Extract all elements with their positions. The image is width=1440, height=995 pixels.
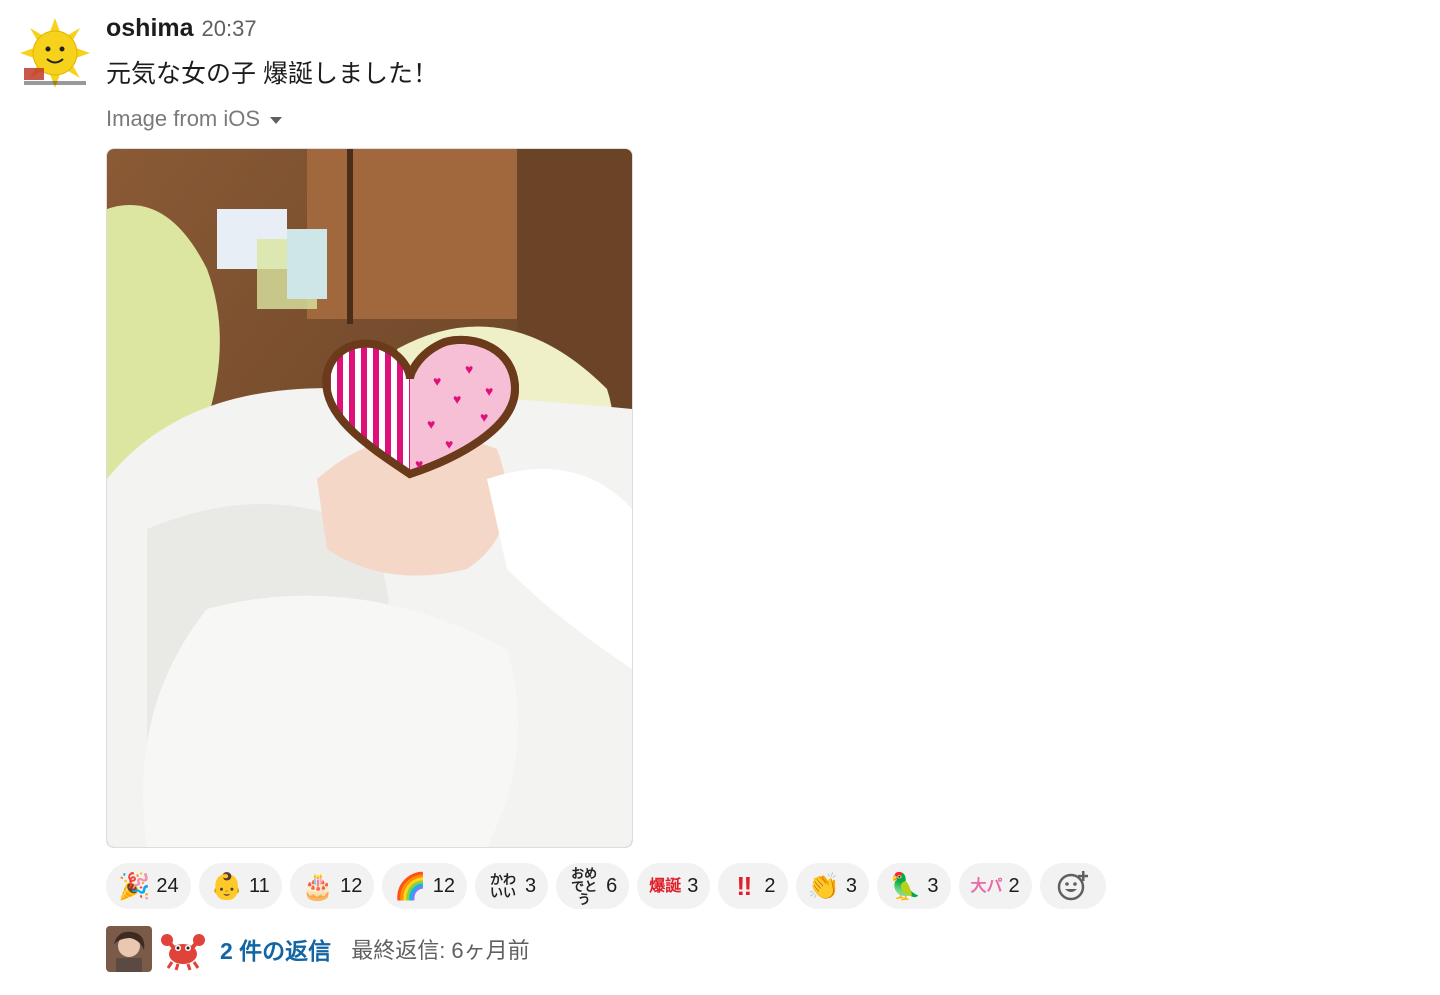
file-label[interactable]: Image from iOS bbox=[106, 104, 1406, 134]
baby-icon: 👶 bbox=[210, 871, 243, 901]
reaction-count: 11 bbox=[249, 874, 270, 897]
crab-avatar[interactable] bbox=[160, 926, 206, 972]
svg-text:♥: ♥ bbox=[445, 436, 453, 452]
reaction-bakutan[interactable]: 爆誕 3 bbox=[637, 863, 711, 909]
reaction-double-exclamation[interactable]: ‼ 2 bbox=[718, 863, 788, 909]
chevron-down-icon[interactable] bbox=[270, 116, 283, 124]
clapping-hands-icon: 👏 bbox=[807, 871, 840, 901]
reaction-omedetou[interactable]: おめでとう 6 bbox=[556, 863, 630, 909]
reaction-count: 3 bbox=[927, 874, 939, 897]
message: oshima 20:37 元気な女の子 爆誕しました！ Image from i… bbox=[106, 14, 1406, 848]
reaction-count: 3 bbox=[525, 874, 537, 897]
reaction-baby[interactable]: 👶 11 bbox=[198, 863, 282, 909]
double-exclamation-icon: ‼ bbox=[736, 871, 753, 901]
reactions-bar: 🎉 24 👶 11 🎂 12 🌈 12 かわいい 3 おめでとう 6 爆誕 3 … bbox=[106, 863, 1106, 909]
svg-text:♥: ♥ bbox=[427, 416, 435, 432]
user-avatar[interactable] bbox=[20, 18, 90, 88]
message-header: oshima 20:37 bbox=[106, 14, 1406, 50]
reaction-count: 2 bbox=[764, 874, 776, 897]
reaction-party-popper[interactable]: 🎉 24 bbox=[106, 863, 191, 909]
reply-count-link[interactable]: 2 件の返信 bbox=[220, 932, 331, 966]
green-parrot-icon: 🦜 bbox=[889, 871, 922, 901]
timestamp[interactable]: 20:37 bbox=[202, 16, 257, 42]
author-name[interactable]: oshima bbox=[106, 14, 194, 43]
message-text: 元気な女の子 爆誕しました！ bbox=[106, 60, 438, 88]
rainbow-person-icon: 🌈 bbox=[394, 871, 427, 901]
reaction-count: 24 bbox=[156, 874, 179, 897]
reaction-count: 6 bbox=[606, 874, 618, 897]
party-popper-icon: 🎉 bbox=[118, 871, 151, 901]
kawaii-text-icon: かわいい bbox=[490, 872, 517, 900]
svg-text:♥: ♥ bbox=[480, 409, 488, 425]
reaction-kawaii[interactable]: かわいい 3 bbox=[475, 863, 549, 909]
reply-avatar[interactable] bbox=[106, 926, 152, 972]
reaction-count: 3 bbox=[845, 874, 858, 897]
daikansha-text-icon: 大パ bbox=[970, 877, 1003, 895]
reaction-birthday-cake[interactable]: 🎂 12 bbox=[289, 863, 375, 909]
svg-text:♥: ♥ bbox=[465, 361, 473, 377]
svg-text:♥: ♥ bbox=[415, 456, 423, 472]
reaction-count: 3 bbox=[687, 874, 699, 897]
crab-icon bbox=[161, 934, 205, 971]
reaction-count: 12 bbox=[340, 874, 363, 897]
reaction-count: 2 bbox=[1008, 874, 1020, 897]
bakutan-text-icon: 爆誕 bbox=[649, 877, 682, 895]
file-name: Image from iOS bbox=[106, 106, 261, 131]
reaction-count: 12 bbox=[432, 874, 456, 897]
reaction-daikansha[interactable]: 大パ 2 bbox=[958, 863, 1032, 909]
thread-summary[interactable]: 2 件の返信 最終返信: 6ヶ月前 bbox=[106, 925, 530, 973]
svg-text:♥: ♥ bbox=[433, 373, 441, 389]
reaction-rainbow[interactable]: 🌈 12 bbox=[382, 863, 468, 909]
add-emoji-icon bbox=[1057, 871, 1088, 901]
svg-text:♥: ♥ bbox=[453, 391, 461, 407]
svg-text:♥: ♥ bbox=[485, 383, 493, 399]
attached-photo[interactable]: ♥ ♥ ♥ ♥ ♥ ♥ ♥ ♥ bbox=[106, 148, 633, 848]
omedetou-text-icon: おめでとう bbox=[571, 865, 598, 907]
reaction-clapping[interactable]: 👏 3 bbox=[795, 863, 870, 909]
reaction-green-parrot[interactable]: 🦜 3 bbox=[877, 863, 951, 909]
add-reaction-button[interactable] bbox=[1039, 863, 1106, 909]
birthday-cake-icon: 🎂 bbox=[301, 871, 335, 901]
last-reply-time: 最終返信: 6ヶ月前 bbox=[351, 938, 530, 963]
